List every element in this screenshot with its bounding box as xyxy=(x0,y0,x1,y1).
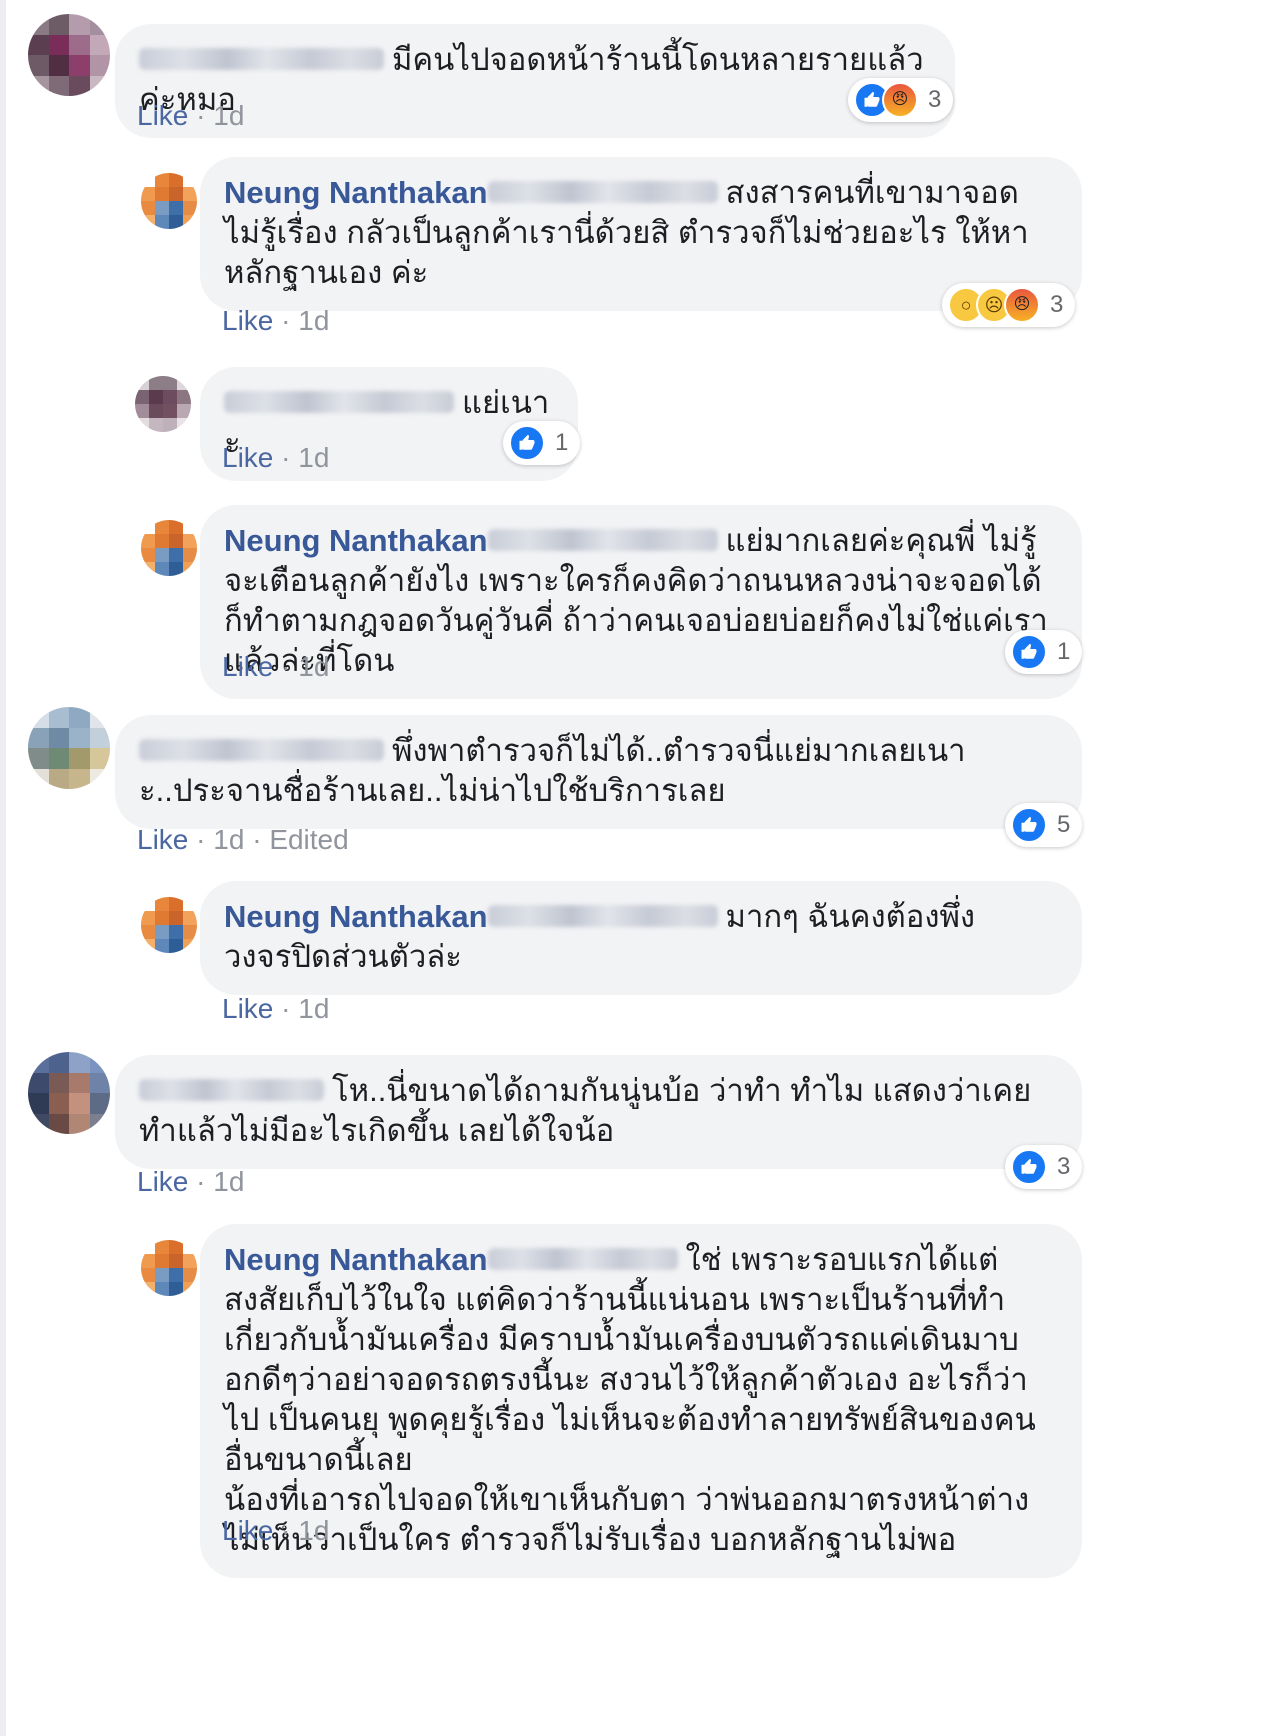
separator-dot: · xyxy=(244,824,270,855)
reaction-summary[interactable]: 1 xyxy=(1005,630,1083,674)
like-icon xyxy=(1011,634,1047,670)
comment-bubble: พึ่งพาตำรวจก็ไม่ได้..ตำรวจนี่แย่มากเลยเน… xyxy=(115,715,1082,829)
comment-actions: Like · 1d · Edited xyxy=(137,824,349,856)
reaction-count: 3 xyxy=(1050,291,1064,318)
timestamp[interactable]: 1d xyxy=(298,993,329,1024)
author-name[interactable]: Neung Nanthakan xyxy=(224,523,488,558)
avatar[interactable] xyxy=(28,1052,110,1134)
avatar[interactable] xyxy=(141,1240,197,1296)
separator-dot: · xyxy=(273,305,299,336)
tagged-name-redacted xyxy=(487,528,718,551)
author-name-redacted xyxy=(139,1078,324,1101)
timestamp[interactable]: 1d xyxy=(213,1166,244,1197)
avatar[interactable] xyxy=(141,173,197,229)
comment-bubble: Neung Nanthakan ใช่ เพราะรอบแรกได้แต่สงสั… xyxy=(200,1224,1082,1578)
angry-icon: 😠 xyxy=(1004,287,1040,323)
reaction-count: 3 xyxy=(928,86,942,113)
like-button[interactable]: Like xyxy=(137,100,188,131)
author-name-redacted xyxy=(139,738,384,761)
tagged-name-redacted xyxy=(487,904,718,927)
reaction-count: 1 xyxy=(555,429,569,456)
comment-thread: มีคนไปจอดหน้าร้านนี้โดนหลายรายแล้วค่ะหมอ… xyxy=(0,0,1280,1736)
comment-bubble: Neung Nanthakan มากๆ ฉันคงต้องพึ่งวงจรปิด… xyxy=(200,881,1082,995)
avatar[interactable] xyxy=(28,14,110,96)
reaction-summary[interactable]: ○ ☹ 😠 3 xyxy=(942,283,1076,327)
comment-actions: Like · 1d xyxy=(137,1166,244,1198)
comment-actions: Like · 1d xyxy=(222,993,329,1025)
separator-dot: · xyxy=(273,651,299,682)
like-icon xyxy=(509,425,545,461)
like-icon xyxy=(1011,807,1047,843)
timestamp[interactable]: 1d xyxy=(298,305,329,336)
comment-bubble: โห..นี่ขนาดได้ถามกันนู่นบ้อ ว่าทำ ทำไม แ… xyxy=(115,1055,1082,1169)
comment-actions: Like · 1d xyxy=(222,442,329,474)
like-icon xyxy=(1011,1149,1047,1185)
comment-actions: Like · 1d xyxy=(222,651,329,683)
timestamp[interactable]: 1d xyxy=(298,1515,329,1546)
tagged-name-redacted xyxy=(487,1247,678,1270)
avatar[interactable] xyxy=(141,897,197,953)
reaction-summary[interactable]: 😠 3 xyxy=(848,78,954,122)
comment-actions: Like · 1d xyxy=(222,305,329,337)
comment-text: ใช่ เพราะรอบแรกได้แต่สงสัยเก็บไว้ในใจ แต… xyxy=(224,1242,1036,1557)
timestamp[interactable]: 1d xyxy=(298,651,329,682)
edited-label[interactable]: Edited xyxy=(269,824,348,855)
reaction-count: 3 xyxy=(1057,1153,1071,1180)
reaction-count: 5 xyxy=(1057,811,1071,838)
like-button[interactable]: Like xyxy=(222,305,273,336)
timestamp[interactable]: 1d xyxy=(213,100,244,131)
like-button[interactable]: Like xyxy=(222,442,273,473)
angry-icon: 😠 xyxy=(882,82,918,118)
avatar[interactable] xyxy=(28,707,110,789)
like-button[interactable]: Like xyxy=(222,651,273,682)
author-name[interactable]: Neung Nanthakan xyxy=(224,1242,488,1277)
like-button[interactable]: Like xyxy=(137,1166,188,1197)
separator-dot: · xyxy=(188,1166,214,1197)
separator-dot: · xyxy=(273,1515,299,1546)
author-name[interactable]: Neung Nanthakan xyxy=(224,175,488,210)
reaction-summary[interactable]: 3 xyxy=(1005,1145,1083,1189)
separator-dot: · xyxy=(188,100,214,131)
avatar[interactable] xyxy=(135,376,191,432)
timestamp[interactable]: 1d xyxy=(298,442,329,473)
author-name[interactable]: Neung Nanthakan xyxy=(224,899,488,934)
separator-dot: · xyxy=(273,993,299,1024)
reaction-summary[interactable]: 1 xyxy=(503,421,581,465)
like-button[interactable]: Like xyxy=(137,824,188,855)
author-name-redacted xyxy=(224,390,454,413)
timestamp[interactable]: 1d xyxy=(213,824,244,855)
tagged-name-redacted xyxy=(487,180,718,203)
comment-bubble: Neung Nanthakan แย่มากเลยค่ะคุณพี่ ไม่รู้… xyxy=(200,505,1082,699)
comment-actions: Like · 1d xyxy=(137,100,244,132)
comment-actions: Like · 1d xyxy=(222,1515,329,1547)
like-button[interactable]: Like xyxy=(222,1515,273,1546)
like-button[interactable]: Like xyxy=(222,993,273,1024)
reaction-summary[interactable]: 5 xyxy=(1005,803,1083,847)
avatar[interactable] xyxy=(141,520,197,576)
separator-dot: · xyxy=(273,442,299,473)
author-name-redacted xyxy=(139,47,384,70)
separator-dot: · xyxy=(188,824,214,855)
reaction-count: 1 xyxy=(1057,638,1071,665)
